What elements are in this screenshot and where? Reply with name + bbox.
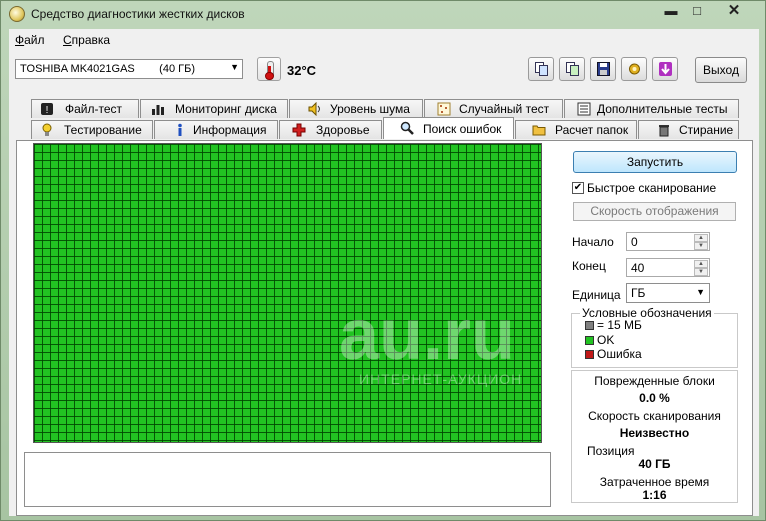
window-title: Средство диагностики жестких дисков [31,7,245,21]
bar-chart-icon [152,105,164,115]
tab-label: Здоровье [316,123,370,137]
chevron-down-icon: ▼ [230,62,239,72]
stepper-up-icon[interactable]: ▲ [694,260,708,268]
legend-label-block: = 15 МБ [597,318,642,332]
elapsed-time-label: Затраченное время [599,475,710,489]
end-label: Конец [572,259,606,273]
tab-folder-calc[interactable]: Расчет папок [515,120,637,139]
damaged-blocks-value: 0.0 % [639,391,670,405]
chevron-down-icon: ▼ [696,287,705,297]
copy-report-button[interactable] [559,57,585,81]
exclamation-icon: ! [41,103,53,116]
menu-file[interactable]: Файл [15,33,45,47]
menu-bar: Файл Справка [9,29,759,51]
disk-select[interactable]: TOSHIBA MK4021GAS (40 ГБ) ▼ [15,59,243,79]
folder-icon [532,125,546,136]
end-stepper[interactable]: 40 ▲ ▼ [626,258,710,277]
quick-scan-label: Быстрое сканирование [587,181,717,195]
legend-swatch-error [585,350,594,359]
tab-erase[interactable]: Стирание [638,120,739,139]
exit-button[interactable]: Выход [695,57,747,83]
quick-scan-checkbox[interactable]: ✔ [572,182,584,194]
start-button[interactable]: Запустить [573,151,737,173]
magnifier-icon [400,121,414,135]
damaged-blocks-label: Поврежденные блоки [594,374,715,388]
tab-label: Расчет папок [555,123,629,137]
elapsed-time-value: 1:16 [642,488,667,502]
tab-label: Дополнительные тесты [597,102,728,116]
save-icon [597,62,610,76]
maximize-button[interactable]: □ [685,1,709,20]
tab-label: Файл-тест [65,102,123,116]
tab-random-test[interactable]: Случайный тест [424,99,563,118]
copy-button[interactable] [528,57,554,81]
legend-label-error: Ошибка [597,347,642,361]
stepper-up-icon[interactable]: ▲ [694,234,708,242]
tab-label: Случайный тест [459,102,550,116]
scan-log[interactable] [24,452,551,507]
svg-text:!: ! [46,105,49,116]
tab-file-test[interactable]: ! Файл-тест [31,99,139,118]
health-cross-icon [292,123,306,137]
menu-help[interactable]: Справка [63,33,110,47]
start-stepper[interactable]: 0 ▲ ▼ [626,232,710,251]
stepper-down-icon[interactable]: ▼ [694,242,708,250]
scan-speed-label: Скорость сканирования [588,409,721,423]
settings-icon [629,63,640,75]
app-window: Средство диагностики жестких дисков ▬ □ … [0,0,766,521]
thermometer-icon [257,57,281,81]
tab-health[interactable]: Здоровье [279,120,382,139]
info-icon [178,123,182,136]
client-area: Файл Справка TOSHIBA MK4021GAS (40 ГБ) ▼… [9,29,759,516]
tab-label: Мониторинг диска [175,102,277,116]
tab-label: Тестирование [64,123,142,137]
lightbulb-icon [42,123,52,136]
position-value: 40 ГБ [638,457,671,471]
tab-label: Поиск ошибок [423,122,502,136]
download-button[interactable] [652,57,678,81]
tab-noise-level[interactable]: Уровень шума [289,99,423,118]
legend-label-ok: OK [597,333,615,347]
scan-block-map [33,143,542,443]
tab-testing[interactable]: Тестирование [31,120,153,139]
tab-disk-monitoring[interactable]: Мониторинг диска [140,99,288,118]
settings-button[interactable] [621,57,647,81]
end-value: 40 [631,261,645,275]
tab-information[interactable]: Информация [154,120,278,139]
tab-label: Уровень шума [330,102,410,116]
copy-report-icon [566,62,579,76]
copy-icon [535,62,548,76]
scan-speed-value: Неизвестно [619,426,690,440]
close-button[interactable]: ✕ [711,1,757,20]
unit-label: Единица [572,288,621,302]
temperature-value: 32°C [287,63,317,78]
toolbar: TOSHIBA MK4021GAS (40 ГБ) ▼ 32°C Выход [9,51,759,91]
unit-select[interactable]: ГБ ▼ [626,283,710,303]
app-icon [9,6,25,22]
display-speed-button[interactable]: Скорость отображения [573,202,736,221]
tab-error-scan[interactable]: Поиск ошибок [383,117,514,139]
dots-icon [437,102,451,116]
speaker-icon [308,102,320,116]
disk-select-value: TOSHIBA MK4021GAS (40 ГБ) [20,63,195,75]
download-icon [659,62,672,76]
start-value: 0 [631,235,638,249]
save-button[interactable] [590,57,616,81]
tab-advanced-tests[interactable]: Дополнительные тесты [564,99,739,118]
unit-value: ГБ [631,286,646,300]
legend-swatch-block [585,321,594,330]
minimize-button[interactable]: ▬ [659,1,683,20]
position-label: Позиция [587,444,635,458]
checklist-icon [577,102,591,116]
tab-label: Информация [193,123,267,137]
trash-icon [659,125,669,137]
legend-swatch-ok [585,336,594,345]
stepper-down-icon[interactable]: ▼ [694,268,708,276]
start-label: Начало [572,235,614,249]
title-bar[interactable]: Средство диагностики жестких дисков ▬ □ … [1,1,765,27]
tab-label: Стирание [679,123,734,137]
